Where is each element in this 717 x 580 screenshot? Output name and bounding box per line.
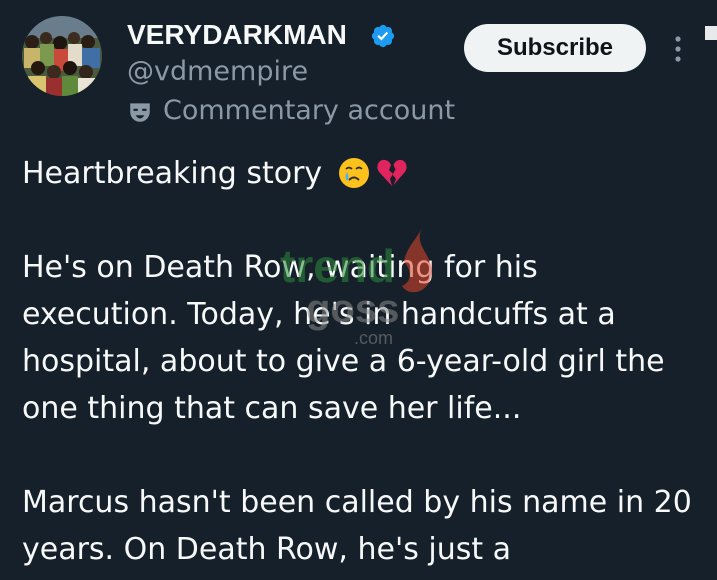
tweet-paragraph-2: He's on Death Row, waiting for his execu… — [22, 250, 665, 426]
tweet-headline: Heartbreaking story — [22, 156, 323, 191]
tweet-text: Heartbreaking story He's on Death Row, w… — [22, 150, 702, 573]
broken-heart-emoji — [377, 159, 407, 186]
avatar[interactable] — [22, 16, 102, 96]
subscribe-button[interactable]: Subscribe — [464, 24, 646, 72]
crying-face-emoji — [338, 158, 369, 188]
display-name[interactable]: VERYDARKMAN — [127, 15, 347, 55]
theater-mask-icon — [130, 103, 150, 122]
user-handle[interactable]: @vdmempire — [127, 53, 308, 91]
verified-badge-icon — [371, 24, 395, 48]
crowd-photo-avatar-image — [22, 16, 102, 96]
edge-scroll-fragment — [705, 26, 717, 40]
affiliation-label: Commentary account — [163, 95, 456, 126]
tweet-paragraph-3: Marcus hasn't been called by his name in… — [22, 485, 692, 567]
more-vertical-icon[interactable] — [668, 34, 688, 64]
tweet-line-1: Heartbreaking story — [22, 150, 702, 197]
